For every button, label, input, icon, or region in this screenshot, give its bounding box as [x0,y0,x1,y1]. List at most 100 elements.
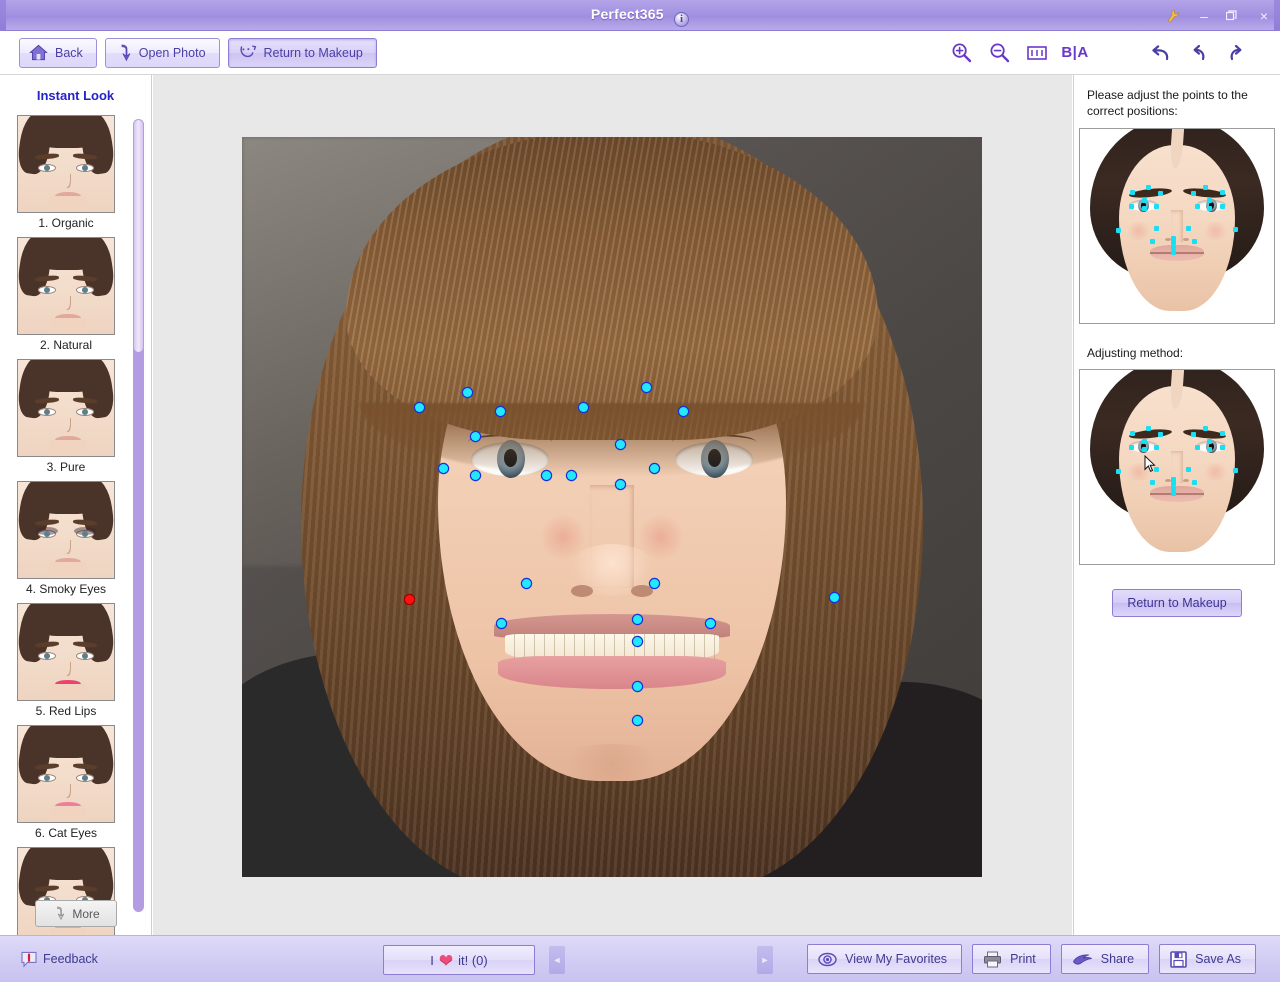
more-button-container: More [0,900,152,927]
reference-point-7 [1128,203,1134,209]
look-item-cat-eyes[interactable]: 6. Cat Eyes [0,725,132,840]
landmark-point-brow-r-inner[interactable] [578,403,588,413]
maximize-button[interactable] [1226,10,1242,21]
save-as-button[interactable]: Save As [1159,944,1256,974]
reference-point-0 [1129,189,1135,195]
return-to-makeup-toolbar-label: Return to Makeup [263,45,363,60]
reference-point-18 [1150,238,1156,244]
reference-point-18 [1150,479,1156,485]
more-button-label: More [72,906,100,921]
adjust-instruction: Please adjust the points to the correct … [1087,88,1248,118]
landmark-point-mouth-left[interactable] [496,619,506,629]
landmark-point-cheek-r[interactable] [829,592,839,602]
perfect365-window: Perfect365 i – × Back Open Photo Return … [0,0,1280,982]
landmark-point-eye-r-right[interactable] [649,464,659,474]
return-to-makeup-container: Return to Makeup [1074,589,1280,617]
reference-point-21 [1191,479,1197,485]
look-thumbnail [17,359,115,457]
landmark-point-brow-l-top[interactable] [463,387,473,397]
adjusting-method-label: Adjusting method: [1087,346,1184,360]
view-my-favorites-button[interactable]: View My Favorites [807,944,963,974]
photo-canvas[interactable] [153,75,1072,935]
close-button[interactable]: × [1256,9,1272,23]
download-arrow-small-icon [52,906,66,921]
look-scroll-area[interactable]: 1. Organic 2. Natural 3. Pure 4. Smoky E… [0,115,152,970]
look-item-label: 2. Natural [39,338,93,352]
floppy-disk-icon [1170,950,1187,968]
actual-size-icon[interactable] [1018,38,1056,68]
info-icon[interactable]: i [674,12,690,27]
landmark-point-cheek-l[interactable] [404,595,414,604]
reference-point-13 [1220,203,1226,209]
sidebar-scrollbar[interactable] [133,119,144,912]
adjusting-method-preview [1079,369,1275,565]
landmark-point-eye-l-bottom[interactable] [470,470,480,480]
look-item-smoky-eyes[interactable]: 4. Smoky Eyes [0,481,132,596]
printer-icon [983,951,1002,968]
reference-point-11 [1194,204,1200,210]
landmark-point-chin[interactable] [632,715,642,725]
back-button[interactable]: Back [19,37,97,68]
landmark-point-lip-mid[interactable] [632,637,642,647]
photo-mouth [493,614,731,689]
zoom-in-icon[interactable] [942,38,980,68]
return-to-makeup-toolbar-button[interactable]: Return to Makeup [227,37,377,68]
reference-point-21 [1191,238,1197,244]
zoom-out-icon[interactable] [980,38,1018,68]
photo-chin-shadow [552,743,672,781]
title-bar: Perfect365 i – × [0,0,1280,31]
look-item-organic[interactable]: 1. Organic [0,115,132,230]
bottom-bar-actions: View My Favorites Print Share Save As [807,944,1280,974]
reference-point-0 [1129,430,1135,436]
reference-point-14 [1153,225,1159,231]
window-controls: – × [1166,0,1272,31]
landmark-point-lip-bottom[interactable] [632,681,642,691]
landmark-point-nose-l[interactable] [521,578,531,588]
reference-point-13 [1220,444,1226,450]
settings-wrench-icon[interactable] [1165,7,1183,24]
look-item-next-partial[interactable] [0,847,132,948]
landmark-point-lip-top[interactable] [632,614,642,624]
reference-point-11 [1194,445,1200,451]
feedback-label: Feedback [43,952,98,966]
look-item-red-lips[interactable]: 5. Red Lips [0,603,132,718]
landmark-point-eye-l-left[interactable] [438,464,448,474]
undo-icon[interactable] [1142,38,1180,68]
landmark-point-brow-l-inner[interactable] [495,407,505,417]
print-label: Print [1010,952,1036,966]
app-title: Perfect365 [590,6,664,22]
feedback-button[interactable]: Feedback [0,951,98,968]
sidebar-scrollbar-thumb[interactable] [134,120,143,352]
next-look-arrow[interactable]: ► [757,946,773,974]
reference-point-3 [1190,431,1196,437]
reference-point-6 [1141,438,1147,444]
minimize-button[interactable]: – [1196,9,1212,23]
love-prefix-label: I [430,952,434,968]
redo-icon[interactable] [1218,38,1256,68]
landmark-point-eye-r-top[interactable] [616,439,626,449]
landmark-point-brow-r-top[interactable] [641,382,651,392]
reference-point-16 [1116,468,1122,474]
edited-photo[interactable] [242,137,982,877]
view-my-favorites-label: View My Favorites [845,952,948,966]
prev-look-arrow[interactable]: ◄ [549,946,565,974]
reference-face-preview [1079,128,1275,324]
reference-point-23 [1170,250,1176,256]
landmark-point-brow-r-outer[interactable] [678,407,688,417]
revert-icon[interactable] [1180,38,1218,68]
reference-point-1 [1146,425,1152,431]
reference-point-2 [1158,431,1163,437]
before-after-icon[interactable]: B|A [1056,38,1094,68]
reference-point-8 [1141,447,1147,453]
reference-point-2 [1158,190,1163,196]
reference-point-1 [1146,184,1152,190]
look-item-natural[interactable]: 2. Natural [0,237,132,352]
return-to-makeup-button[interactable]: Return to Makeup [1112,589,1242,617]
landmark-point-eye-l-right[interactable] [541,470,551,480]
i-love-it-button[interactable]: I ❤ it! (0) [383,945,535,975]
share-button[interactable]: Share [1060,944,1150,974]
more-button[interactable]: More [35,900,117,927]
look-item-pure[interactable]: 3. Pure [0,359,132,474]
open-photo-button[interactable]: Open Photo [104,37,220,68]
print-button[interactable]: Print [972,944,1051,974]
